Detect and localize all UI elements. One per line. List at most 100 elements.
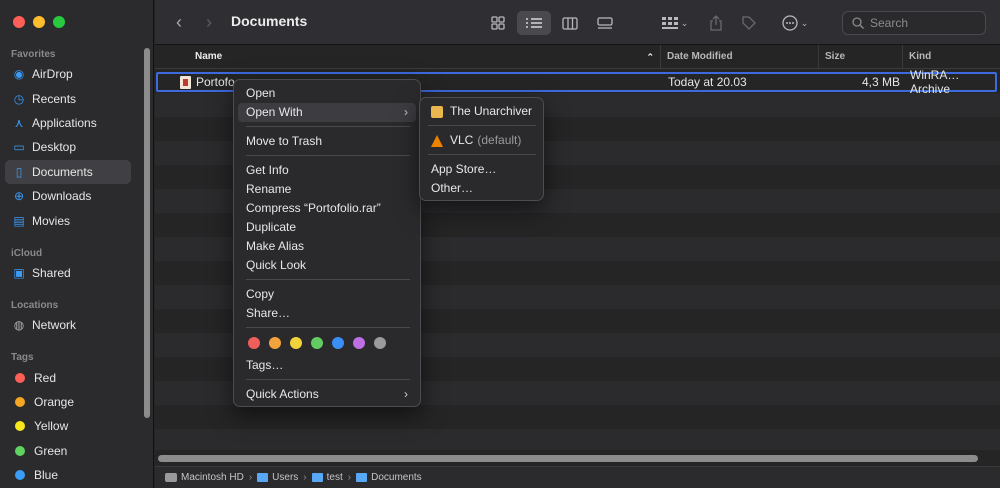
chevron-right-icon: › [404, 387, 408, 401]
search-field[interactable] [842, 11, 986, 35]
menu-item-tags[interactable]: Tags… [238, 356, 416, 375]
applications-icon: ⋏ [14, 116, 24, 130]
menu-item-quick-look[interactable]: Quick Look [238, 256, 416, 275]
path-item-label: test [326, 472, 343, 483]
tag-color-blue[interactable] [332, 337, 344, 349]
sidebar-tag-blue[interactable]: Blue [5, 463, 131, 487]
search-input[interactable] [870, 16, 970, 30]
forward-button[interactable]: › [199, 10, 219, 34]
tag-color-red[interactable] [248, 337, 260, 349]
column-header-size[interactable]: Size [818, 45, 902, 69]
folder-icon [311, 473, 323, 482]
menu-separator [246, 327, 410, 328]
column-view-button[interactable] [557, 11, 583, 35]
menu-item-share[interactable]: Share… [238, 304, 416, 323]
menu-item-open-with[interactable]: Open With › [238, 103, 416, 122]
column-header-name[interactable]: Name ⌃ [155, 45, 660, 69]
sidebar-tag-green[interactable]: Green [5, 439, 131, 463]
list-icon [526, 18, 542, 28]
tag-color-dot [15, 421, 25, 431]
tag-button[interactable] [738, 11, 760, 35]
folder-icon [356, 473, 368, 482]
menu-item-vlc[interactable]: VLC (default) [424, 131, 539, 150]
share-button[interactable] [705, 11, 727, 35]
sidebar-item-shared[interactable]: ▣ Shared [5, 261, 131, 285]
sidebar-item-label: AirDrop [32, 67, 73, 81]
minimize-window-button[interactable] [33, 16, 45, 28]
search-icon [852, 17, 864, 29]
file-size: 4,3 MB [861, 75, 900, 89]
menu-item-open[interactable]: Open [238, 84, 416, 103]
column-header-date-modified[interactable]: Date Modified [660, 45, 818, 69]
desktop-icon: ▭ [13, 140, 25, 154]
columns-icon [562, 16, 578, 30]
default-app-label: (default) [477, 133, 522, 147]
path-item-test[interactable]: test [311, 472, 343, 483]
menu-separator [246, 126, 410, 127]
sidebar-item-movies[interactable]: ▤ Movies [5, 209, 131, 233]
menu-item-duplicate[interactable]: Duplicate [238, 218, 416, 237]
sidebar-tag-yellow[interactable]: Yellow [5, 414, 131, 438]
icon-view-button[interactable] [485, 11, 511, 35]
menu-item-the-unarchiver[interactable]: The Unarchiver [424, 102, 539, 121]
sidebar-item-label: Desktop [32, 140, 77, 154]
sidebar-item-network[interactable]: ◍ Network [5, 313, 131, 337]
menu-item-move-to-trash[interactable]: Move to Trash [238, 132, 416, 151]
menu-separator [246, 379, 410, 380]
gallery-view-button[interactable] [592, 11, 618, 35]
path-item-users[interactable]: Users [257, 472, 298, 483]
menu-item-copy[interactable]: Copy [238, 285, 416, 304]
tag-color-dot [15, 446, 25, 456]
sidebar-tag-orange[interactable]: Orange [5, 390, 131, 414]
table-row [155, 405, 1000, 429]
sidebar-item-label: Yellow [34, 419, 69, 433]
sidebar-item-documents[interactable]: ▯ Documents [5, 160, 131, 184]
menu-item-make-alias[interactable]: Make Alias [238, 237, 416, 256]
tag-color-dot [15, 470, 25, 480]
column-header-kind[interactable]: Kind [902, 45, 995, 69]
column-header-label: Name [195, 51, 223, 62]
sidebar-item-airdrop[interactable]: ◉ AirDrop [5, 62, 131, 86]
context-menu: Open Open With › Move to Trash Get Info … [233, 79, 421, 407]
close-window-button[interactable] [13, 16, 25, 28]
menu-separator [246, 155, 410, 156]
menu-separator [428, 125, 536, 126]
list-view-button[interactable] [517, 11, 551, 35]
sidebar-item-label: Blue [34, 468, 59, 482]
tag-color-gray[interactable] [374, 337, 386, 349]
sidebar-scrollbar[interactable] [144, 48, 150, 418]
file-kind: WinRA…Archive [910, 69, 960, 96]
menu-item-compress[interactable]: Compress “Portofolio.rar” [238, 199, 416, 218]
menu-item-app-store[interactable]: App Store… [424, 160, 539, 179]
tag-color-green[interactable] [311, 337, 323, 349]
sidebar-item-recents[interactable]: ◷ Recents [5, 87, 131, 111]
sidebar-item-label: Red [34, 371, 57, 385]
zoom-window-button[interactable] [53, 16, 65, 28]
sidebar-item-downloads[interactable]: ⊕ Downloads [5, 184, 131, 208]
sidebar-section-locations: Locations [11, 300, 59, 311]
sidebar-tag-red[interactable]: Red [5, 366, 131, 390]
toolbar: ‹ › Documents ⌄ ⌄ [155, 0, 1000, 45]
sidebar: Favorites ◉ AirDrop ◷ Recents ⋏ Applicat… [0, 0, 154, 488]
menu-item-other[interactable]: Other… [424, 179, 539, 198]
sidebar-item-label: Recents [32, 92, 77, 106]
action-menu-button[interactable]: ⌄ [777, 11, 813, 35]
tag-color-purple[interactable] [353, 337, 365, 349]
menu-item-get-info[interactable]: Get Info [238, 161, 416, 180]
path-item-macintosh-hd[interactable]: Macintosh HD [165, 472, 244, 483]
sidebar-item-desktop[interactable]: ▭ Desktop [5, 135, 131, 159]
sidebar-item-label: Network [32, 318, 77, 332]
menu-item-label: The Unarchiver [450, 104, 533, 118]
tag-color-orange[interactable] [269, 337, 281, 349]
tag-color-yellow[interactable] [290, 337, 302, 349]
horizontal-scrollbar[interactable] [158, 455, 978, 462]
open-with-submenu: The Unarchiver VLC (default) App Store… … [419, 97, 544, 201]
menu-item-rename[interactable]: Rename [238, 180, 416, 199]
sidebar-item-applications[interactable]: ⋏ Applications [5, 111, 131, 135]
path-separator: › [248, 472, 253, 483]
path-item-documents[interactable]: Documents [356, 472, 422, 483]
back-button[interactable]: ‹ [169, 10, 189, 34]
menu-item-quick-actions[interactable]: Quick Actions › [238, 385, 416, 404]
group-by-button[interactable]: ⌄ [657, 11, 693, 35]
chevron-right-icon: › [404, 105, 408, 119]
